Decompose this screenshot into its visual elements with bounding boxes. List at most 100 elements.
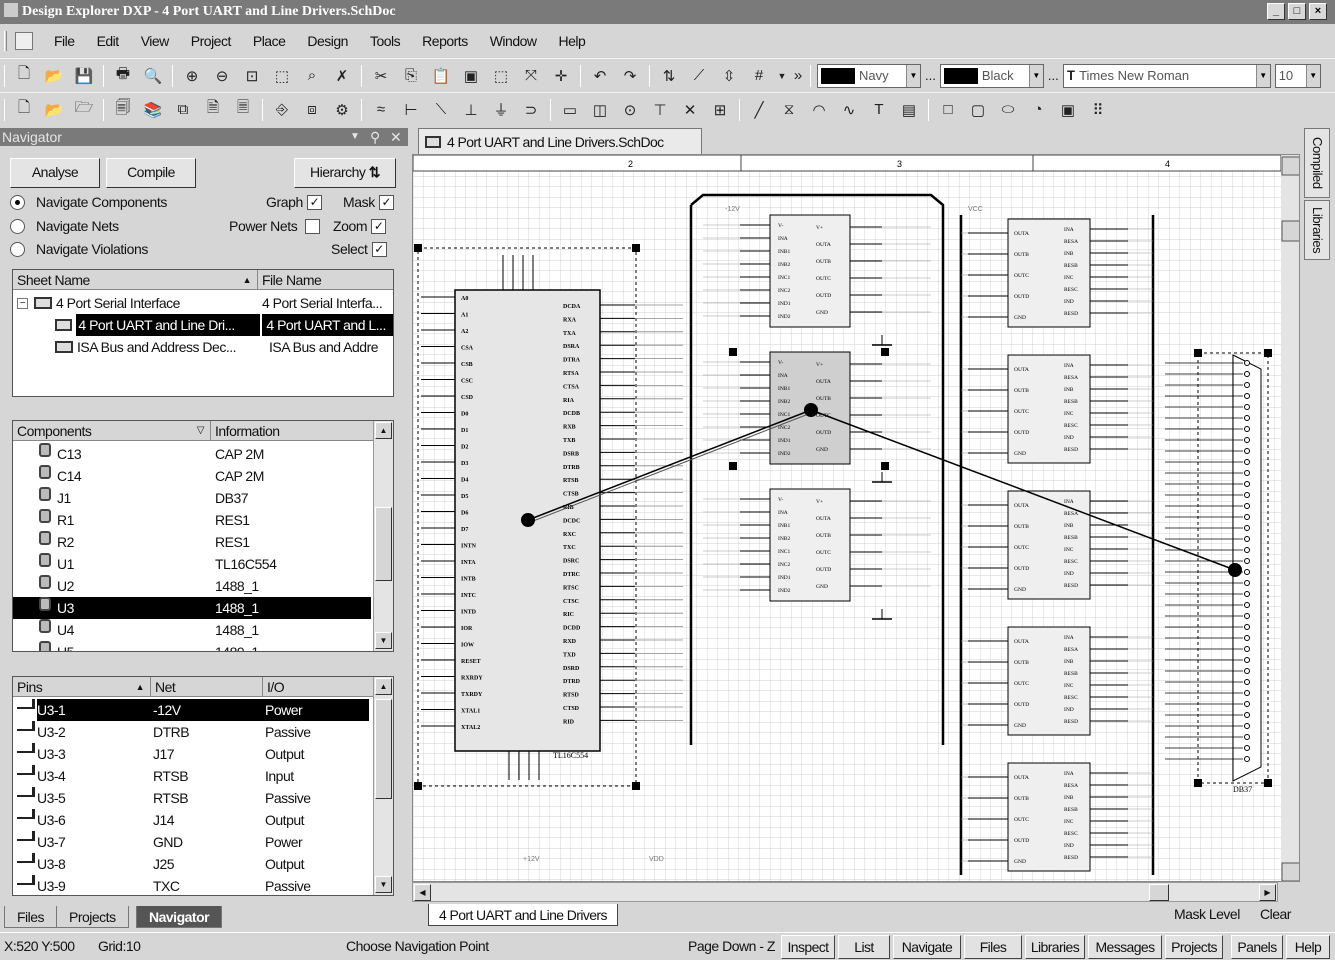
- no-erc-icon[interactable]: ⚙: [330, 98, 354, 122]
- port-icon[interactable]: ⊃: [519, 98, 543, 122]
- navigator-tab[interactable]: Navigator: [136, 906, 223, 928]
- zoom-selected-icon[interactable]: ⌕: [300, 64, 324, 88]
- place-part-icon[interactable]: ⎆: [270, 98, 294, 122]
- document-icon[interactable]: 🗏: [231, 98, 255, 122]
- zoom-checkbox[interactable]: Zoom ✓: [333, 218, 387, 234]
- undo-icon[interactable]: ↶: [588, 64, 612, 88]
- menu-tools[interactable]: Tools: [359, 33, 411, 49]
- rubber-stamp-icon[interactable]: ▣: [459, 64, 483, 88]
- projects-tab[interactable]: Projects: [56, 906, 129, 928]
- save-icon[interactable]: 💾: [72, 64, 96, 88]
- scroll-thumb[interactable]: [1149, 884, 1169, 901]
- graphic-icon[interactable]: ▣: [1056, 98, 1080, 122]
- clear-button[interactable]: Clear: [1260, 906, 1291, 922]
- text-frame-icon[interactable]: ▤: [897, 98, 921, 122]
- collapse-icon[interactable]: −: [17, 298, 28, 309]
- maximize-button[interactable]: □: [1288, 3, 1306, 20]
- menu-help[interactable]: Help: [548, 33, 597, 49]
- component-row[interactable]: J1 DB37: [13, 487, 371, 509]
- directive-icon[interactable]: ⊞: [708, 98, 732, 122]
- deselect-icon[interactable]: ⤧: [519, 64, 543, 88]
- open-document-icon[interactable]: 📂: [42, 98, 66, 122]
- grid-icon[interactable]: #: [747, 64, 771, 88]
- schematic-canvas[interactable]: 2 3 4 A0 A1 A2 CSA CSB CSC CSD D0 D1 D2 D3 D4 D5 D6 D7…: [412, 154, 1300, 882]
- compile-mask-icon[interactable]: ⇳: [717, 64, 741, 88]
- bus-entry-icon[interactable]: ⟍: [429, 98, 453, 122]
- print-preview-icon[interactable]: 🔍: [141, 64, 165, 88]
- scroll-thumb[interactable]: [1281, 220, 1300, 242]
- scroll-left-icon[interactable]: ◀: [414, 884, 431, 901]
- schematic-hscrollbar[interactable]: ◀ ▶: [412, 882, 1278, 902]
- probe-icon[interactable]: ⟋: [687, 64, 711, 88]
- sheet-tab[interactable]: 4 Port UART and Line Drivers: [428, 904, 618, 926]
- sheet-name-header[interactable]: Sheet Name ▲: [13, 270, 258, 289]
- menu-reports[interactable]: Reports: [411, 33, 479, 49]
- pin-row[interactable]: U3-7 GND Power: [13, 831, 371, 853]
- component-icon[interactable]: ⧉: [171, 98, 195, 122]
- sheet-symbol-icon[interactable]: ⧈: [300, 98, 324, 122]
- pin-row[interactable]: U3-1 -12V Power: [13, 699, 371, 721]
- pin-row[interactable]: U3-5 RTSB Passive: [13, 787, 371, 809]
- navigate-nets-radio[interactable]: Navigate Nets: [10, 218, 119, 234]
- io-header[interactable]: I/O: [263, 677, 375, 696]
- cut-icon[interactable]: ✂: [369, 64, 393, 88]
- library-icon[interactable]: 📚: [141, 98, 165, 122]
- pin-panel-icon[interactable]: ⚲: [370, 128, 380, 146]
- pins-header-cell[interactable]: Pins ▲: [13, 677, 151, 696]
- line-color-select[interactable]: Navy ▼: [817, 63, 921, 88]
- no-connect-icon[interactable]: ✕: [678, 98, 702, 122]
- component-row[interactable]: U4 1488_1: [13, 619, 371, 641]
- line-color-more-button[interactable]: ...: [925, 68, 936, 83]
- menu-view[interactable]: View: [130, 33, 180, 49]
- copy-icon[interactable]: ⎘: [399, 64, 423, 88]
- messages-button[interactable]: Messages: [1088, 935, 1162, 959]
- toolbar-overflow-icon[interactable]: »: [793, 64, 803, 88]
- net-header[interactable]: Net: [151, 677, 263, 696]
- ground-icon[interactable]: ⏚: [489, 98, 513, 122]
- save-all-icon[interactable]: 🗐: [111, 98, 135, 122]
- hierarchy-up-down-icon[interactable]: ⇅: [657, 64, 681, 88]
- files-button[interactable]: Files: [964, 935, 1022, 959]
- new-icon[interactable]: 🗋: [12, 64, 36, 88]
- components-header-cell[interactable]: Components ▽: [13, 421, 211, 440]
- components-scrollbar[interactable]: ▲ ▼: [373, 421, 393, 651]
- component-row[interactable]: U2 1488_1: [13, 575, 371, 597]
- pie-icon[interactable]: ◔: [1026, 98, 1050, 122]
- arc-icon[interactable]: ◠: [807, 98, 831, 122]
- scroll-down-icon[interactable]: [1281, 862, 1300, 881]
- projects-button[interactable]: Projects: [1165, 935, 1223, 959]
- navigate-button[interactable]: Navigate: [893, 935, 961, 959]
- report-icon[interactable]: 🗎: [201, 98, 225, 122]
- font-name-select[interactable]: 𝐓 Times New Roman ▼: [1062, 63, 1271, 88]
- sheet-entry-icon[interactable]: ▭: [558, 98, 582, 122]
- information-header[interactable]: Information: [211, 421, 375, 440]
- menu-window[interactable]: Window: [479, 33, 548, 49]
- zoom-fit-icon[interactable]: ⊡: [240, 64, 264, 88]
- menu-place[interactable]: Place: [242, 33, 297, 49]
- schematic-drawing[interactable]: 2 3 4 A0 A1 A2 CSA CSB CSC CSD D0 D1 D2 D3 D4 D5 D6 D7…: [413, 155, 1300, 882]
- files-tab[interactable]: Files: [4, 906, 58, 928]
- mask-checkbox[interactable]: Mask ✓: [343, 194, 394, 210]
- component-row[interactable]: C14 CAP 2M: [13, 465, 371, 487]
- menu-edit[interactable]: Edit: [86, 33, 130, 49]
- scroll-thumb[interactable]: [375, 699, 392, 799]
- menu-design[interactable]: Design: [296, 33, 359, 49]
- sheet-row[interactable]: 4 Port UART and Line Dri... 4 Port UART …: [13, 314, 393, 336]
- paste-icon[interactable]: 📋: [429, 64, 453, 88]
- grid-dropdown-icon[interactable]: ▼: [777, 64, 787, 88]
- select-area-icon[interactable]: ⬚: [489, 64, 513, 88]
- fill-color-more-button[interactable]: ...: [1048, 68, 1059, 83]
- component-row[interactable]: R1 RES1: [13, 509, 371, 531]
- pin-row[interactable]: U3-3 J17 Output: [13, 743, 371, 765]
- power-port-icon[interactable]: ⊤: [648, 98, 672, 122]
- inspect-button[interactable]: Inspect: [781, 935, 835, 959]
- graph-checkbox[interactable]: Graph ✓: [266, 194, 322, 210]
- document-tab[interactable]: 4 Port UART and Line Drivers.SchDoc: [418, 128, 702, 154]
- analyse-button[interactable]: Analyse: [10, 158, 100, 188]
- pin-row[interactable]: U3-4 RTSB Input: [13, 765, 371, 787]
- component-row[interactable]: U5 1489_1: [13, 641, 371, 651]
- polygon-icon[interactable]: ⧖: [777, 98, 801, 122]
- compile-button[interactable]: Compile: [106, 158, 196, 188]
- pin-row[interactable]: U3-9 TXC Passive: [13, 875, 371, 895]
- hierarchy-button[interactable]: Hierarchy ⇅: [294, 158, 396, 188]
